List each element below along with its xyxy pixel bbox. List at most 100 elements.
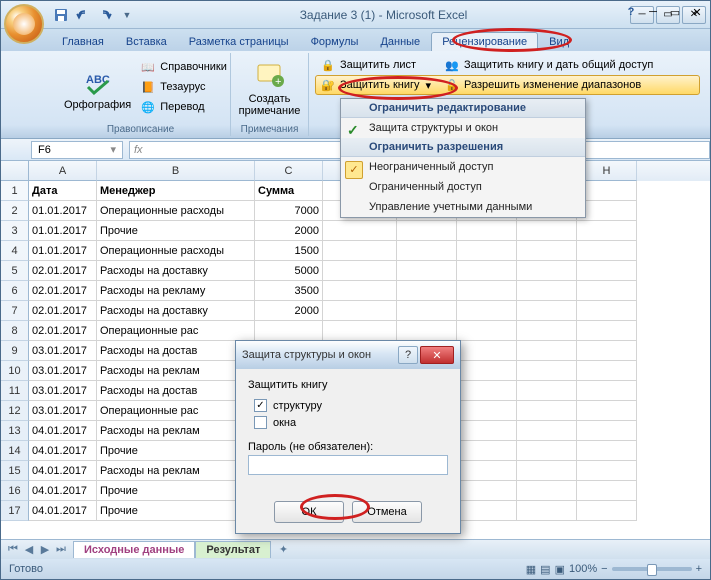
- cell[interactable]: [397, 301, 457, 321]
- cell[interactable]: [517, 361, 577, 381]
- cell[interactable]: [577, 301, 637, 321]
- thesaurus-button[interactable]: 📙Тезаурус: [138, 77, 229, 97]
- cancel-button[interactable]: Отмена: [352, 501, 422, 523]
- cell[interactable]: 02.01.2017: [29, 321, 97, 341]
- cell[interactable]: [517, 381, 577, 401]
- row-header[interactable]: 10: [1, 361, 29, 381]
- qat-save[interactable]: [51, 5, 71, 25]
- cell[interactable]: 03.01.2017: [29, 341, 97, 361]
- view-layout-icon[interactable]: ▤: [540, 563, 550, 576]
- cell[interactable]: [517, 301, 577, 321]
- cell[interactable]: [457, 341, 517, 361]
- row-header[interactable]: 11: [1, 381, 29, 401]
- cell[interactable]: [457, 381, 517, 401]
- tab-insert[interactable]: Вставка: [115, 32, 178, 51]
- cell[interactable]: [457, 261, 517, 281]
- tab-formulas[interactable]: Формулы: [300, 32, 370, 51]
- col-header-A[interactable]: A: [29, 161, 97, 181]
- cell[interactable]: Прочие: [97, 221, 255, 241]
- cell[interactable]: [577, 481, 637, 501]
- cell[interactable]: Расходы на достав: [97, 381, 255, 401]
- row-header[interactable]: 17: [1, 501, 29, 521]
- cell[interactable]: [457, 281, 517, 301]
- cell[interactable]: Прочие: [97, 481, 255, 501]
- view-normal-icon[interactable]: ▦: [526, 563, 536, 576]
- cell[interactable]: [517, 261, 577, 281]
- row-header[interactable]: 15: [1, 461, 29, 481]
- spelling-button[interactable]: ABC Орфография: [57, 55, 138, 121]
- cell[interactable]: [517, 421, 577, 441]
- mdi-close[interactable]: ✕: [687, 2, 707, 22]
- cell[interactable]: [577, 181, 637, 201]
- menu-item-restricted[interactable]: Ограниченный доступ: [341, 177, 585, 197]
- row-header[interactable]: 12: [1, 401, 29, 421]
- cell[interactable]: [517, 221, 577, 241]
- checkbox-structure[interactable]: ✓: [254, 399, 267, 412]
- cell[interactable]: [397, 281, 457, 301]
- row-header[interactable]: 9: [1, 341, 29, 361]
- view-pagebreak-icon[interactable]: ▣: [555, 563, 565, 576]
- header-cell[interactable]: Дата: [29, 181, 97, 201]
- header-cell[interactable]: Сумма: [255, 181, 323, 201]
- cell[interactable]: [397, 261, 457, 281]
- checkbox-structure-row[interactable]: ✓структуру: [248, 397, 448, 414]
- sheet-tab-result[interactable]: Результат: [195, 541, 271, 558]
- tab-scroll-last[interactable]: ⏭: [53, 542, 69, 558]
- cell[interactable]: 02.01.2017: [29, 301, 97, 321]
- cell[interactable]: 04.01.2017: [29, 441, 97, 461]
- cell[interactable]: [577, 261, 637, 281]
- mdi-restore[interactable]: ▭: [665, 2, 685, 22]
- cell[interactable]: [457, 401, 517, 421]
- cell[interactable]: [577, 421, 637, 441]
- cell[interactable]: [517, 401, 577, 421]
- cell[interactable]: [577, 501, 637, 521]
- cell[interactable]: [457, 461, 517, 481]
- research-button[interactable]: 📖Справочники: [138, 57, 229, 77]
- cell[interactable]: [577, 461, 637, 481]
- cell[interactable]: [255, 321, 323, 341]
- cell[interactable]: [323, 321, 397, 341]
- cell[interactable]: [517, 281, 577, 301]
- cell[interactable]: 5000: [255, 261, 323, 281]
- row-header[interactable]: 14: [1, 441, 29, 461]
- share-workbook-button[interactable]: 👥Защитить книгу и дать общий доступ: [439, 55, 658, 75]
- col-header-B[interactable]: B: [97, 161, 255, 181]
- cell[interactable]: 2000: [255, 221, 323, 241]
- cell[interactable]: [577, 241, 637, 261]
- cell[interactable]: 04.01.2017: [29, 481, 97, 501]
- cell[interactable]: [577, 201, 637, 221]
- new-sheet-button[interactable]: ✦: [275, 542, 291, 558]
- help-button[interactable]: ?: [621, 2, 641, 22]
- cell[interactable]: Операционные рас: [97, 401, 255, 421]
- cell[interactable]: 7000: [255, 201, 323, 221]
- cell[interactable]: [397, 321, 457, 341]
- cell[interactable]: [517, 321, 577, 341]
- qat-undo[interactable]: [73, 5, 93, 25]
- cell[interactable]: [517, 501, 577, 521]
- cell[interactable]: 04.01.2017: [29, 421, 97, 441]
- cell[interactable]: [577, 281, 637, 301]
- cell[interactable]: [323, 221, 397, 241]
- tab-page-layout[interactable]: Разметка страницы: [178, 32, 300, 51]
- cell[interactable]: Расходы на рекламу: [97, 281, 255, 301]
- row-header[interactable]: 16: [1, 481, 29, 501]
- cell[interactable]: [323, 261, 397, 281]
- qat-redo[interactable]: [95, 5, 115, 25]
- cell[interactable]: Расходы на доставку: [97, 261, 255, 281]
- cell[interactable]: Операционные расходы: [97, 241, 255, 261]
- cell[interactable]: [517, 481, 577, 501]
- cell[interactable]: [323, 301, 397, 321]
- cell[interactable]: Операционные рас: [97, 321, 255, 341]
- menu-item-unrestricted[interactable]: Неограниченный доступ: [341, 157, 585, 177]
- row-header[interactable]: 2: [1, 201, 29, 221]
- checkbox-windows-row[interactable]: окна: [248, 414, 448, 431]
- tab-scroll-prev[interactable]: ◀: [21, 542, 37, 558]
- cell[interactable]: [323, 281, 397, 301]
- cell[interactable]: Расходы на реклам: [97, 461, 255, 481]
- cell[interactable]: 03.01.2017: [29, 401, 97, 421]
- cell[interactable]: Операционные расходы: [97, 201, 255, 221]
- cell[interactable]: [457, 301, 517, 321]
- cell[interactable]: Прочие: [97, 441, 255, 461]
- row-header[interactable]: 4: [1, 241, 29, 261]
- mdi-minimize[interactable]: ─: [643, 2, 663, 22]
